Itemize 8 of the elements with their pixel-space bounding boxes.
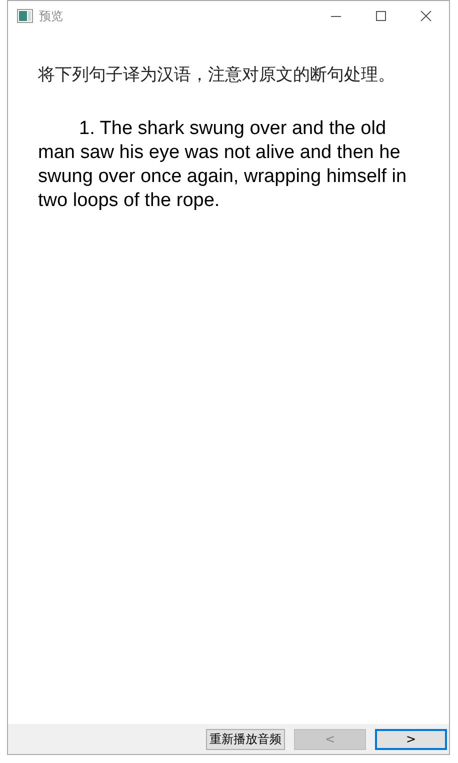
- instruction-text: 将下列句子译为汉语，注意对原文的断句处理。: [38, 64, 396, 87]
- sentence-text: 1. The shark swung over and the old man saw his eye was not alive and then he swung over once again, wrapping himself in two loops of the rope.: [38, 117, 408, 213]
- replay-audio-button[interactable]: 重新播放音频: [206, 728, 285, 750]
- window-title: 预览: [39, 8, 63, 24]
- maximize-icon[interactable]: [375, 10, 387, 22]
- app-icon: [17, 9, 33, 23]
- next-button[interactable]: >: [375, 728, 447, 750]
- close-icon[interactable]: [420, 10, 432, 22]
